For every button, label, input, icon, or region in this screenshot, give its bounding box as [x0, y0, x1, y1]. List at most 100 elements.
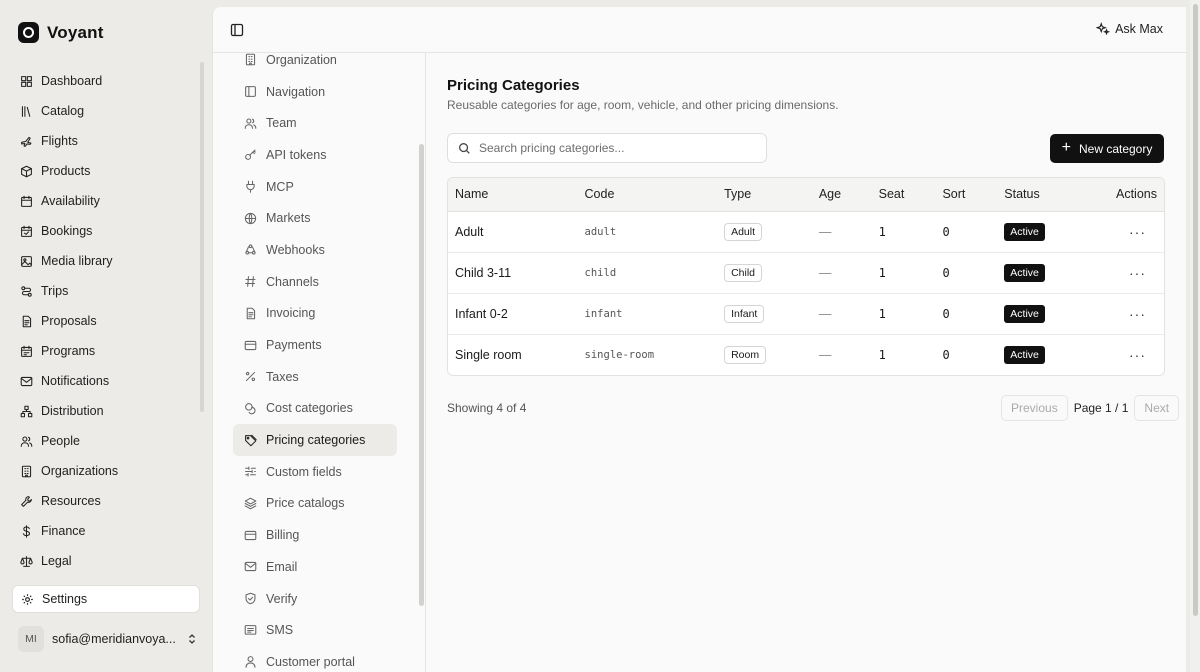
row-actions-menu[interactable]: ···	[1082, 334, 1164, 375]
cell-status: Active	[997, 293, 1083, 335]
nav-item-media-library[interactable]: Media library	[12, 246, 200, 276]
settings-nav-item-custom-fields[interactable]: Custom fields	[233, 456, 397, 488]
nav-item-proposals[interactable]: Proposals	[12, 306, 200, 336]
nav-item-people[interactable]: People	[12, 426, 200, 456]
next-page-button[interactable]: Next	[1134, 395, 1180, 421]
nav-item-dashboard[interactable]: Dashboard	[12, 66, 200, 96]
nav-item-catalog[interactable]: Catalog	[12, 96, 200, 126]
nav-item-products[interactable]: Products	[12, 156, 200, 186]
window-scrollbar[interactable]	[1193, 4, 1198, 616]
settings-nav-scrollbar[interactable]	[419, 144, 424, 606]
showing-count: Showing 4 of 4	[447, 401, 527, 415]
nav-item-resources[interactable]: Resources	[12, 486, 200, 516]
settings-nav-item-api-tokens[interactable]: API tokens	[233, 139, 397, 171]
settings-nav-item-customer-portal[interactable]: Customer portal	[233, 646, 397, 672]
sidebar-scrollbar[interactable]	[200, 62, 204, 412]
nav-item-organizations[interactable]: Organizations	[12, 456, 200, 486]
row-actions-menu[interactable]: ···	[1082, 252, 1164, 294]
user-email: sofia@meridianvoya...	[52, 632, 176, 646]
chevron-up-down-icon	[189, 634, 195, 644]
nav-item-flights[interactable]: Flights	[12, 126, 200, 156]
column-header-status[interactable]: Status	[997, 178, 1083, 212]
settings-nav-item-price-catalogs[interactable]: Price catalogs	[233, 488, 397, 520]
new-category-button[interactable]: + New category	[1050, 134, 1164, 163]
column-header-sort[interactable]: Sort	[935, 178, 998, 212]
more-horizontal-icon[interactable]: ···	[1129, 347, 1146, 363]
cell-seat: 1	[871, 211, 936, 253]
search-box[interactable]	[447, 133, 767, 163]
status-badge: Active	[1004, 345, 1045, 364]
nav-item-legal[interactable]: Legal	[12, 546, 200, 576]
row-actions-menu[interactable]: ···	[1082, 293, 1164, 335]
table-row[interactable]: Adult adult Adult —1 0 Active ···	[448, 211, 1164, 253]
message-icon	[244, 624, 257, 635]
table-row[interactable]: Child 3-11 child Child —1 0 Active ···	[448, 252, 1164, 294]
settings-nav-item-cost-categories[interactable]: Cost categories	[233, 393, 397, 425]
table-row[interactable]: Single room single-room Room — 1 0 Active ···	[448, 334, 1164, 375]
nav-item-label: Programs	[41, 344, 96, 358]
package-icon	[21, 165, 32, 177]
settings-nav-item-taxes[interactable]: Taxes	[233, 361, 397, 393]
nav-item-label: Availability	[41, 194, 100, 208]
plane-icon	[21, 136, 32, 147]
column-header-type[interactable]: Type	[717, 178, 812, 212]
settings-nav-label: Custom fields	[266, 464, 342, 479]
layers-icon	[244, 497, 257, 510]
tag-icon	[245, 434, 257, 446]
column-header-age[interactable]: Age	[811, 178, 872, 212]
nav-item-bookings[interactable]: Bookings	[12, 216, 200, 246]
settings-nav-item-sms[interactable]: SMS	[233, 614, 397, 646]
more-horizontal-icon[interactable]: ···	[1129, 224, 1146, 240]
previous-page-button[interactable]: Previous	[1001, 395, 1068, 421]
ask-max-button[interactable]: Ask Max	[1096, 22, 1163, 36]
hash-icon	[245, 276, 256, 288]
new-category-label: New category	[1078, 141, 1153, 156]
settings-nav-item-invoicing[interactable]: Invoicing	[233, 298, 397, 330]
settings-nav-item-team[interactable]: Team	[233, 107, 397, 139]
settings-nav-item-billing[interactable]: Billing	[233, 519, 397, 551]
coins-icon	[245, 403, 256, 415]
page-subtitle: Reusable categories for age, room, vehic…	[447, 98, 839, 112]
brand[interactable]: Voyant	[18, 22, 104, 43]
user-menu[interactable]: MI sofia@meridianvoya...	[18, 626, 198, 652]
nav-item-programs[interactable]: Programs	[12, 336, 200, 366]
column-header-name[interactable]: Name	[448, 178, 578, 212]
row-actions-menu[interactable]: ···	[1082, 211, 1164, 253]
more-horizontal-icon[interactable]: ···	[1129, 265, 1146, 281]
document-icon	[246, 307, 256, 320]
column-header-seat[interactable]: Seat	[871, 178, 936, 212]
settings-nav-item-mcp[interactable]: MCP	[233, 171, 397, 203]
nav-item-notifications[interactable]: Notifications	[12, 366, 200, 396]
nav-item-availability[interactable]: Availability	[12, 186, 200, 216]
building-icon	[245, 54, 256, 66]
nav-item-settings[interactable]: Settings	[12, 585, 200, 613]
library-icon	[21, 105, 31, 117]
search-input[interactable]	[479, 141, 759, 155]
dollar-icon	[22, 524, 31, 538]
key-icon	[245, 149, 256, 161]
settings-nav-label: Verify	[266, 591, 298, 606]
settings-nav-item-channels[interactable]: Channels	[233, 266, 397, 298]
settings-nav-item-email[interactable]: Email	[233, 551, 397, 583]
nav-item-finance[interactable]: Finance	[12, 516, 200, 546]
mail-icon	[20, 376, 33, 386]
column-header-actions: Actions	[1082, 178, 1164, 212]
settings-nav-item-payments[interactable]: Payments	[233, 329, 397, 361]
column-header-code[interactable]: Code	[577, 178, 718, 212]
table-row[interactable]: Infant 0-2 infant Infant —1 0 Active ···	[448, 293, 1164, 335]
more-horizontal-icon[interactable]: ···	[1129, 306, 1146, 322]
settings-nav-item-markets[interactable]: Markets	[233, 202, 397, 234]
sidebar-toggle-icon[interactable]	[230, 23, 244, 37]
sliders-icon	[245, 466, 256, 477]
settings-nav-item-navigation[interactable]: Navigation	[233, 76, 397, 108]
settings-nav-item-webhooks[interactable]: Webhooks	[233, 234, 397, 266]
settings-nav-item-organization[interactable]: Organization	[233, 53, 397, 76]
nav-item-trips[interactable]: Trips	[12, 276, 200, 306]
settings-nav-item-pricing-categories[interactable]: Pricing categories	[233, 424, 397, 456]
user-icon	[245, 656, 256, 669]
nav-item-distribution[interactable]: Distribution	[12, 396, 200, 426]
cell-type: Child	[717, 252, 812, 294]
credit-card-icon	[244, 530, 257, 540]
search-icon	[459, 142, 470, 154]
settings-nav-item-verify[interactable]: Verify	[233, 583, 397, 615]
